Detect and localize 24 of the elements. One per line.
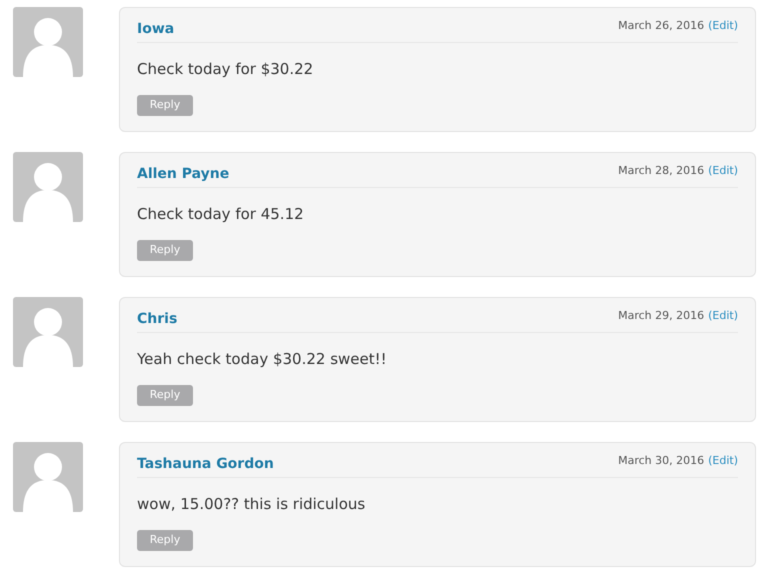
comment-date: March 30, 2016 [618,453,704,469]
edit-link[interactable]: (Edit) [708,453,738,470]
comment-text: Check today for $30.22 [137,59,314,80]
reply-button[interactable]: Reply [137,240,193,260]
avatar-icon [13,442,83,512]
comment-date: March 26, 2016 [618,18,704,34]
author-name: Chris [137,310,178,329]
reply-button[interactable]: Reply [137,94,193,116]
comment-date: March 29, 2016 [618,308,704,324]
comment-text: wow, 15.00?? this is ridiculous [137,494,366,515]
comment-text: Yeah check today $30.22 sweet!! [137,349,388,370]
author-name: Allen Payne [137,165,230,184]
reply-button[interactable]: Reply [137,530,193,550]
avatar-icon [13,152,83,222]
avatar-icon [13,7,83,77]
edit-link[interactable]: (Edit) [708,163,738,180]
author-name: Iowa [137,20,174,39]
reply-button[interactable]: Reply [137,384,193,406]
comment-text: Check today for 45.12 [137,204,305,225]
author-name: Tashauna Gordon [137,455,274,474]
avatar-icon [13,297,83,367]
edit-link[interactable]: (Edit) [708,18,738,34]
edit-link[interactable]: (Edit) [708,308,738,324]
comment-date: March 28, 2016 [618,163,704,179]
